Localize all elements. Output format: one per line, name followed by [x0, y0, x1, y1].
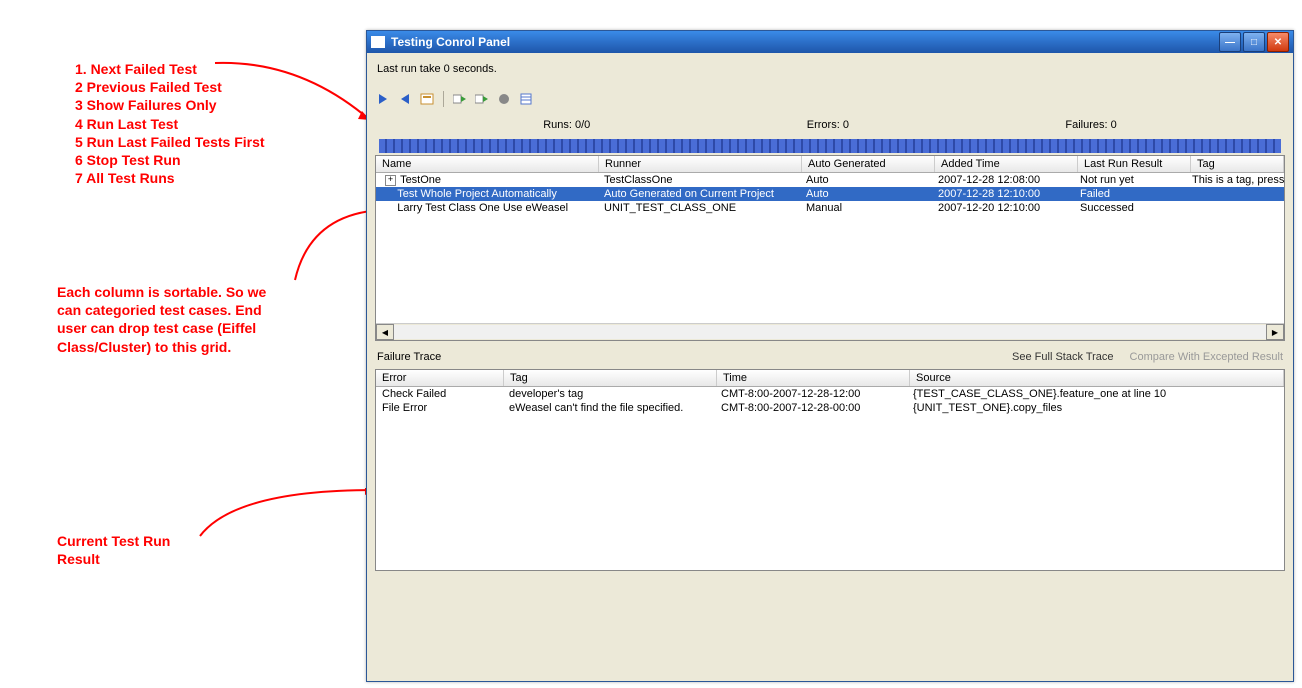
run-last-test-icon[interactable]: [452, 91, 468, 107]
tests-grid: Name Runner Auto Generated Added Time La…: [375, 155, 1285, 341]
fcell-time: CMT-8:00-2007-12-28-12:00: [715, 387, 907, 401]
fcell-source: {UNIT_TEST_ONE}.copy_files: [907, 401, 1284, 415]
expand-icon[interactable]: +: [385, 175, 396, 186]
previous-failed-test-icon[interactable]: [397, 91, 413, 107]
cell-result: Not run yet: [1074, 173, 1186, 187]
failure-grid: Error Tag Time Source Check Faileddevelo…: [375, 369, 1285, 571]
fcol-error[interactable]: Error: [376, 370, 504, 386]
table-row[interactable]: +TestOneTestClassOneAuto2007-12-28 12:08…: [376, 173, 1284, 187]
cell-result: Successed: [1074, 201, 1186, 215]
stats-row: Runs: 0/0 Errors: 0 Failures: 0: [375, 115, 1285, 137]
cell-runner: UNIT_TEST_CLASS_ONE: [598, 201, 800, 215]
fcol-time[interactable]: Time: [717, 370, 910, 386]
compare-expected-result-link[interactable]: Compare With Excepted Result: [1130, 351, 1283, 363]
cell-tag: [1186, 201, 1284, 215]
fcell-tag: developer's tag: [503, 387, 715, 401]
toolbar-separator: [443, 91, 444, 107]
fcell-error: Check Failed: [376, 387, 503, 401]
table-row[interactable]: File ErroreWeasel can't find the file sp…: [376, 401, 1284, 415]
fcol-source[interactable]: Source: [910, 370, 1284, 386]
cell-result: Failed: [1074, 187, 1186, 201]
close-button[interactable]: ✕: [1267, 32, 1289, 52]
cell-name: Test Whole Project Automatically: [376, 187, 598, 201]
table-row[interactable]: Larry Test Class One Use eWeaselUNIT_TES…: [376, 201, 1284, 215]
cell-auto: Manual: [800, 201, 932, 215]
cell-name: Larry Test Class One Use eWeasel: [376, 201, 598, 215]
scroll-left-icon[interactable]: ◀: [376, 324, 394, 340]
annotation-sortable: Each column is sortable. So we can categ…: [57, 283, 266, 356]
failure-grid-header: Error Tag Time Source: [376, 370, 1284, 387]
cell-name: +TestOne: [376, 173, 598, 187]
window-title: Testing Conrol Panel: [391, 35, 1219, 49]
titlebar[interactable]: Testing Conrol Panel — □ ✕: [367, 31, 1293, 53]
all-test-runs-icon[interactable]: [518, 91, 534, 107]
runs-stat: Runs: 0/0: [543, 119, 590, 131]
col-name[interactable]: Name: [376, 156, 599, 172]
fcell-tag: eWeasel can't find the file specified.: [503, 401, 715, 415]
col-result[interactable]: Last Run Result: [1078, 156, 1191, 172]
annotation-toolbar-list: 1. Next Failed Test 2 Previous Failed Te…: [75, 60, 265, 187]
failure-trace-header: Failure Trace See Full Stack Trace Compa…: [375, 341, 1285, 367]
table-row[interactable]: Check Faileddeveloper's tagCMT-8:00-2007…: [376, 387, 1284, 401]
see-full-stack-trace-link[interactable]: See Full Stack Trace: [1012, 351, 1114, 363]
progress-bar: [379, 139, 1281, 153]
stop-test-run-icon[interactable]: [496, 91, 512, 107]
tests-hscroll[interactable]: ◀ ▶: [376, 323, 1284, 340]
window-icon: [371, 36, 385, 48]
cell-added: 2007-12-28 12:08:00: [932, 173, 1074, 187]
fcell-error: File Error: [376, 401, 503, 415]
cell-tag: This is a tag, press to edit.: [1186, 173, 1284, 187]
col-tag[interactable]: Tag: [1191, 156, 1284, 172]
show-failures-only-icon[interactable]: [419, 91, 435, 107]
errors-stat: Errors: 0: [807, 119, 849, 131]
col-auto[interactable]: Auto Generated: [802, 156, 935, 172]
scroll-right-icon[interactable]: ▶: [1266, 324, 1284, 340]
failures-stat: Failures: 0: [1065, 119, 1116, 131]
scroll-track[interactable]: [394, 325, 1266, 339]
table-row[interactable]: Test Whole Project AutomaticallyAuto Gen…: [376, 187, 1284, 201]
fcol-tag[interactable]: Tag: [504, 370, 717, 386]
cell-runner: TestClassOne: [598, 173, 800, 187]
failure-grid-body[interactable]: Check Faileddeveloper's tagCMT-8:00-2007…: [376, 387, 1284, 557]
tests-grid-body[interactable]: +TestOneTestClassOneAuto2007-12-28 12:08…: [376, 173, 1284, 323]
cell-runner: Auto Generated on Current Project: [598, 187, 800, 201]
next-failed-test-icon[interactable]: [375, 91, 391, 107]
toolbar: [375, 89, 1285, 115]
cell-auto: Auto: [800, 173, 932, 187]
status-last-run: Last run take 0 seconds.: [375, 59, 1285, 89]
cell-tag: [1186, 187, 1284, 201]
run-last-failed-first-icon[interactable]: [474, 91, 490, 107]
tests-grid-header: Name Runner Auto Generated Added Time La…: [376, 156, 1284, 173]
minimize-button[interactable]: —: [1219, 32, 1241, 52]
cell-added: 2007-12-20 12:10:00: [932, 201, 1074, 215]
fcell-time: CMT-8:00-2007-12-28-00:00: [715, 401, 907, 415]
fcell-source: {TEST_CASE_CLASS_ONE}.feature_one at lin…: [907, 387, 1284, 401]
col-runner[interactable]: Runner: [599, 156, 802, 172]
cell-auto: Auto: [800, 187, 932, 201]
annotation-current-result: Current Test Run Result: [57, 532, 170, 568]
testing-control-panel-window: Testing Conrol Panel — □ ✕ Last run take…: [366, 30, 1294, 682]
maximize-button[interactable]: □: [1243, 32, 1265, 52]
cell-added: 2007-12-28 12:10:00: [932, 187, 1074, 201]
col-added[interactable]: Added Time: [935, 156, 1078, 172]
failure-trace-label: Failure Trace: [377, 351, 441, 363]
